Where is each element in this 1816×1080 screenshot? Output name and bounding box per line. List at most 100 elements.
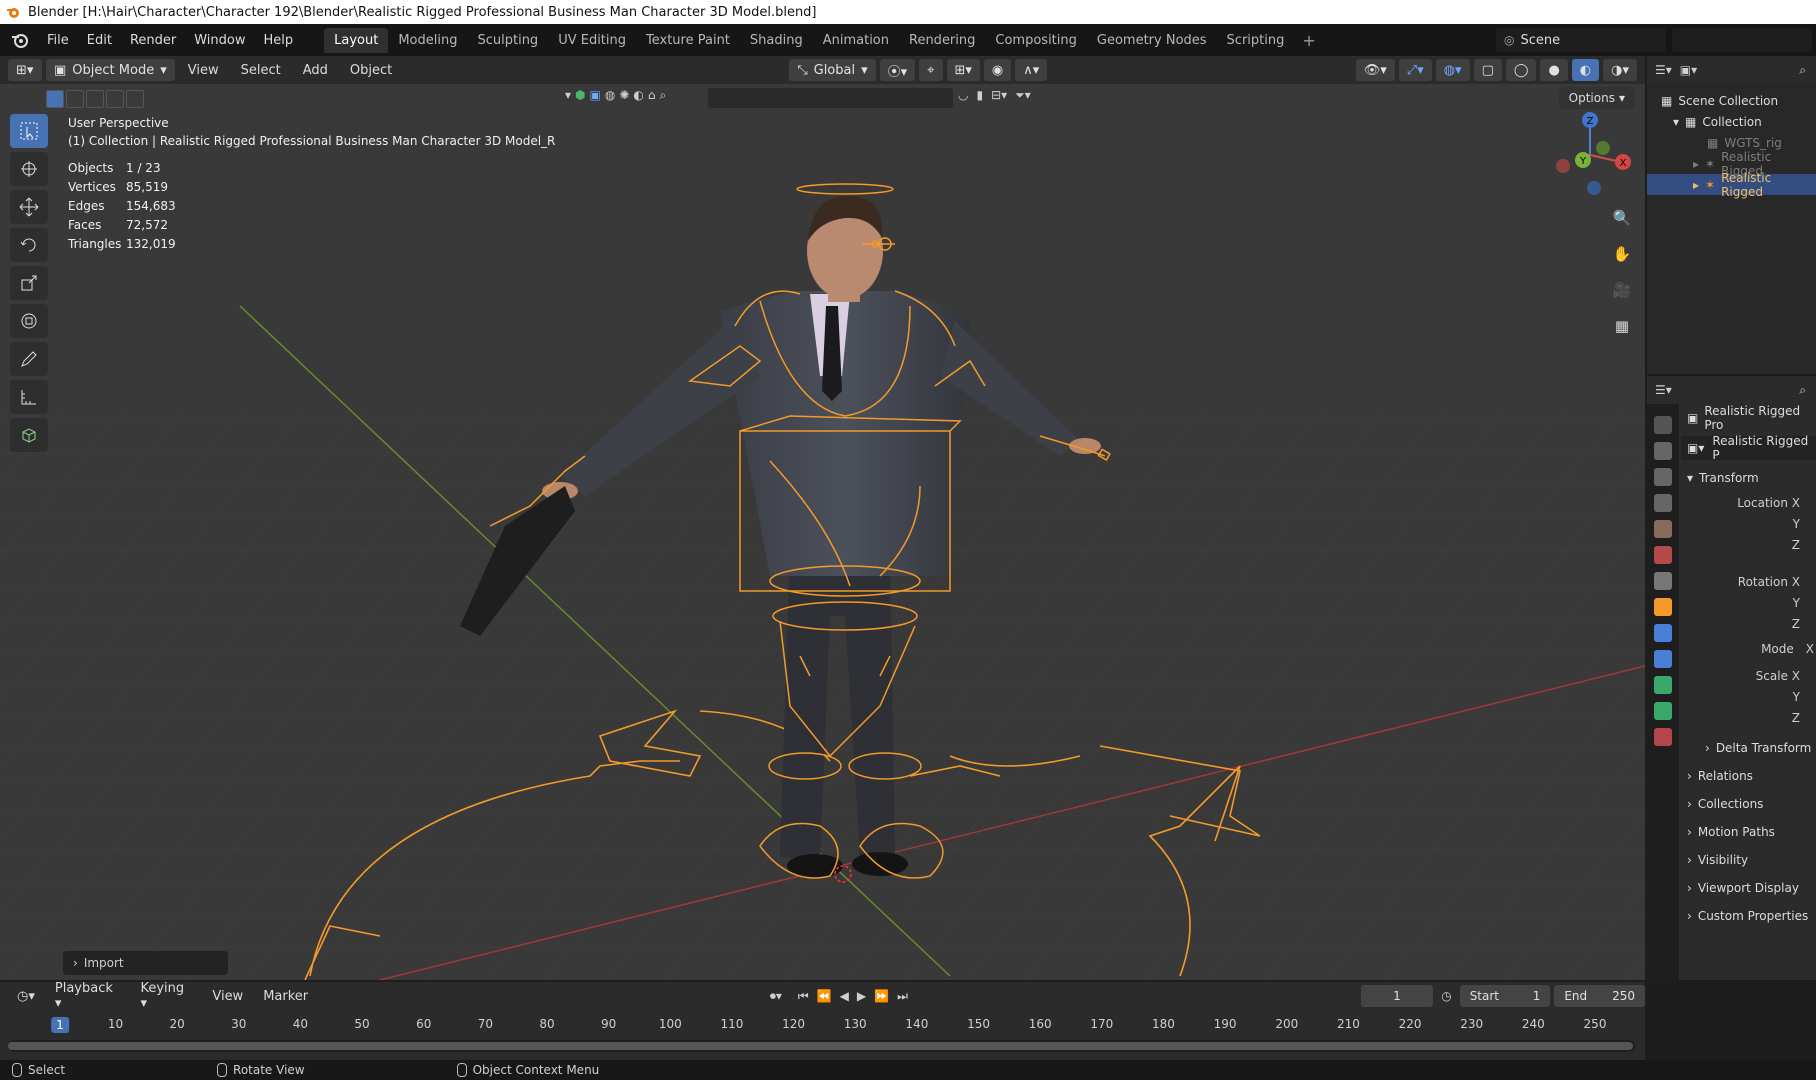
scale-z-field[interactable]: Z bbox=[1681, 707, 1816, 728]
viewport-filter-search[interactable] bbox=[708, 88, 953, 108]
collection-tab-icon[interactable] bbox=[1654, 572, 1672, 590]
tab-scripting[interactable]: Scripting bbox=[1217, 28, 1295, 53]
editor-type-icon[interactable]: ☰▾ bbox=[1655, 383, 1672, 397]
menu-keying[interactable]: Keying ▾ bbox=[131, 981, 201, 1011]
blender-menu-icon[interactable] bbox=[10, 30, 30, 50]
zoom-icon[interactable]: 🔍 bbox=[1608, 204, 1636, 232]
collections-section[interactable]: › Collections bbox=[1681, 790, 1816, 818]
search-icon[interactable]: ⌕ bbox=[1799, 63, 1806, 78]
rotation-x-field[interactable]: Rotation X bbox=[1681, 571, 1816, 592]
jump-end-icon[interactable]: ⏭ bbox=[897, 989, 908, 1004]
chevron-down-icon[interactable]: ▾ bbox=[1673, 115, 1679, 129]
hook-icon[interactable]: ◡ bbox=[958, 88, 968, 103]
object-datablock-field[interactable]: ▣▾ Realistic Rigged P bbox=[1681, 434, 1816, 462]
visibility-section[interactable]: › Visibility bbox=[1681, 846, 1816, 874]
menu-playback[interactable]: Playback ▾ bbox=[46, 981, 130, 1011]
object-tab-icon[interactable] bbox=[1654, 598, 1672, 616]
start-frame-field[interactable]: Start 1 bbox=[1459, 985, 1551, 1007]
select-intersect-button[interactable] bbox=[126, 90, 144, 108]
filter-light-icon[interactable]: ✺ bbox=[619, 88, 629, 103]
layout-icon[interactable]: ⊟▾ bbox=[991, 88, 1007, 103]
viewport-scene[interactable] bbox=[0, 56, 1645, 980]
transform-section-header[interactable]: ▾ Transform bbox=[1681, 464, 1816, 492]
delta-transform-section[interactable]: › Delta Transform bbox=[1681, 734, 1816, 762]
timeline-ruler[interactable]: 1 10 20 30 40 50 60 70 80 90 100 110 120 130 140 150 160… bbox=[0, 1014, 1645, 1036]
viewport-display-section[interactable]: › Viewport Display bbox=[1681, 874, 1816, 902]
filter-mesh-icon[interactable]: ◍ bbox=[605, 88, 615, 103]
visibility-toggle[interactable]: 👁▾ bbox=[1355, 59, 1395, 81]
shading-material[interactable]: ◐ bbox=[1571, 59, 1600, 81]
menu-view[interactable]: View bbox=[179, 63, 228, 78]
shading-wireframe[interactable]: ◯ bbox=[1505, 59, 1537, 81]
constraint-tab-icon[interactable] bbox=[1654, 676, 1672, 694]
scale-x-field[interactable]: Scale X bbox=[1681, 665, 1816, 686]
tool-tab-icon[interactable] bbox=[1654, 416, 1672, 434]
tab-layout[interactable]: Layout bbox=[324, 27, 389, 53]
modifier-tab-icon[interactable] bbox=[1654, 624, 1672, 642]
editor-type-icon[interactable]: ☰▾ bbox=[1655, 63, 1672, 77]
last-operator-panel[interactable]: › Import bbox=[63, 951, 228, 975]
custom-properties-section[interactable]: › Custom Properties bbox=[1681, 902, 1816, 930]
select-invert-button[interactable] bbox=[106, 90, 124, 108]
relations-section[interactable]: › Relations bbox=[1681, 762, 1816, 790]
camera-view-icon[interactable]: 🎥 bbox=[1608, 276, 1636, 304]
3d-viewport[interactable]: ⊞▾ ▣ Object Mode ▾ View Select Add Objec… bbox=[0, 56, 1645, 980]
menu-timeline-view[interactable]: View bbox=[203, 989, 252, 1004]
rotation-mode-field[interactable]: Mode X bbox=[1681, 638, 1816, 659]
menu-file[interactable]: File bbox=[38, 33, 78, 48]
timeline-scrollbar[interactable] bbox=[8, 1040, 1635, 1052]
play-reverse-icon[interactable]: ◀ bbox=[840, 989, 849, 1003]
output-tab-icon[interactable] bbox=[1654, 468, 1672, 486]
color-filter-icon[interactable]: ⬢ bbox=[575, 88, 585, 103]
view-layer-tab-icon[interactable] bbox=[1654, 494, 1672, 512]
overlays-toggle[interactable]: ◍▾ bbox=[1435, 59, 1470, 81]
jump-start-icon[interactable]: ⏮ bbox=[798, 989, 809, 1004]
tab-shading[interactable]: Shading bbox=[740, 28, 813, 53]
gizmo-toggle[interactable]: ⤢▾ bbox=[1398, 59, 1432, 81]
next-keyframe-icon[interactable]: ⏩ bbox=[874, 989, 889, 1003]
outliner-item-collection[interactable]: ▾ ▦ Collection bbox=[1647, 111, 1816, 132]
location-y-field[interactable]: Y bbox=[1681, 513, 1816, 534]
measure-tool[interactable] bbox=[10, 380, 48, 414]
add-cube-tool[interactable] bbox=[10, 418, 48, 452]
scale-y-field[interactable]: Y bbox=[1681, 686, 1816, 707]
cursor-tool[interactable] bbox=[10, 152, 48, 186]
record-icon[interactable]: ⏺▾ bbox=[770, 989, 782, 1004]
location-x-field[interactable]: Location X bbox=[1681, 492, 1816, 513]
location-z-field[interactable]: Z bbox=[1681, 534, 1816, 555]
menu-render[interactable]: Render bbox=[121, 33, 185, 48]
menu-help[interactable]: Help bbox=[255, 33, 303, 48]
scale-tool[interactable] bbox=[10, 266, 48, 300]
select-extend-button[interactable] bbox=[66, 90, 84, 108]
tab-modeling[interactable]: Modeling bbox=[388, 28, 467, 53]
current-frame-field[interactable]: 1 bbox=[1360, 985, 1434, 1007]
play-icon[interactable]: ▶ bbox=[857, 989, 866, 1003]
editor-type-icon[interactable]: ◷▾ bbox=[8, 989, 44, 1004]
search-icon[interactable]: ⌕ bbox=[1799, 383, 1806, 398]
menu-object[interactable]: Object bbox=[341, 63, 401, 78]
falloff-button[interactable]: ∧▾ bbox=[1015, 59, 1048, 81]
menu-select[interactable]: Select bbox=[232, 63, 290, 78]
outliner-item-selected-rig[interactable]: ▸ ✶ Realistic Rigged bbox=[1647, 171, 1816, 199]
xray-toggle[interactable]: ▢ bbox=[1473, 59, 1502, 81]
ortho-grid-icon[interactable]: ▦ bbox=[1608, 312, 1636, 340]
tab-sculpting[interactable]: Sculpting bbox=[467, 28, 548, 53]
add-workspace-icon[interactable]: + bbox=[1294, 31, 1323, 50]
filter-empty-icon[interactable]: ⌂ bbox=[648, 88, 656, 103]
filter-camera-icon[interactable]: ◐ bbox=[633, 88, 643, 103]
select-box-tool[interactable] bbox=[10, 114, 48, 148]
tab-compositing[interactable]: Compositing bbox=[985, 28, 1087, 53]
options-dropdown[interactable]: Options ▾ bbox=[1558, 87, 1635, 109]
data-tab-icon[interactable] bbox=[1654, 702, 1672, 720]
texture-tab-icon[interactable] bbox=[1654, 728, 1672, 746]
shading-solid[interactable]: ● bbox=[1540, 59, 1568, 81]
end-frame-field[interactable]: End 250 bbox=[1554, 985, 1645, 1007]
select-subtract-button[interactable] bbox=[86, 90, 104, 108]
prev-keyframe-icon[interactable]: ⏪ bbox=[817, 989, 832, 1003]
chevron-right-icon[interactable]: ▸ bbox=[1693, 178, 1699, 192]
scrollbar-thumb[interactable] bbox=[8, 1042, 1633, 1050]
bookmark-icon[interactable]: ▮ bbox=[976, 88, 983, 103]
chevron-down-icon[interactable]: ▾ bbox=[565, 88, 571, 103]
snap-target-button[interactable]: ⊞▾ bbox=[946, 59, 980, 81]
tab-rendering[interactable]: Rendering bbox=[899, 28, 985, 53]
